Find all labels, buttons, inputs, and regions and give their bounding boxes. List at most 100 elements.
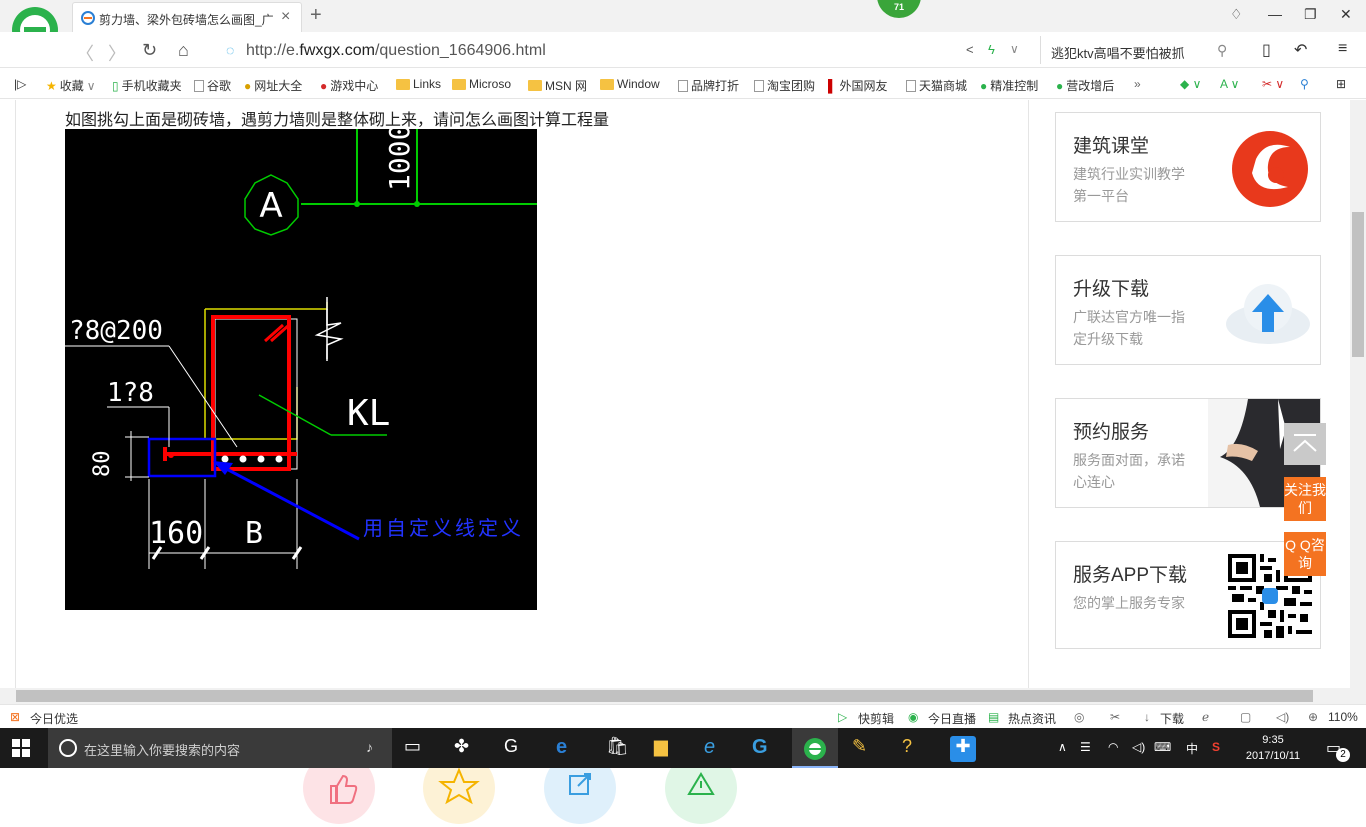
today-picks-link[interactable]: 今日优选	[30, 710, 78, 727]
mobile-icon[interactable]: ▯	[1262, 40, 1271, 60]
back-button[interactable]: 〈	[76, 40, 94, 66]
keyboard-icon[interactable]: ⌨	[1154, 740, 1171, 754]
bookmark-links[interactable]: Links	[396, 77, 441, 91]
hot-news-link[interactable]: 热点资讯	[1008, 710, 1056, 727]
today-live-link[interactable]: 今日直播	[928, 710, 976, 727]
refresh-button[interactable]: ↻	[142, 40, 157, 61]
more-bookmarks-icon[interactable]: »	[1134, 77, 1141, 91]
dimension-1000: 1000	[383, 129, 416, 191]
notification-badge[interactable]: 71	[877, 0, 921, 18]
help-app-icon[interactable]: ?	[902, 736, 928, 762]
bookmark-precise[interactable]: ● 精准控制	[980, 77, 1038, 94]
edge-browser-icon[interactable]: e	[556, 736, 582, 762]
close-window-button[interactable]: ✕	[1340, 6, 1352, 23]
window-icon[interactable]: ▢	[1240, 710, 1251, 724]
bookmark-brand[interactable]: 品牌打折	[678, 77, 739, 94]
scissors-icon[interactable]: ✂ ∨	[1262, 77, 1284, 91]
microphone-icon[interactable]: ♪	[366, 739, 373, 755]
minimize-button[interactable]: —	[1268, 6, 1282, 22]
people-icon[interactable]: ☰	[1080, 740, 1091, 754]
search-box[interactable]: 逃犯ktv高唱不要怕被抓 ⚲	[1040, 36, 1240, 64]
card-app-download[interactable]: 服务APP下载 您的掌上服务专家	[1055, 541, 1321, 649]
notes-app-icon[interactable]: ✎	[852, 736, 878, 762]
axis-label: A	[259, 186, 282, 226]
forward-button[interactable]: 〉	[108, 40, 126, 66]
card-title: 升级下载	[1073, 279, 1150, 300]
search-icon[interactable]: ⚲	[1217, 42, 1227, 59]
url-text[interactable]: http://e.fwxgx.com/question_1664906.html	[246, 42, 546, 60]
bookmark-foreign[interactable]: ▌ 外国网友	[828, 77, 888, 94]
undo-icon[interactable]: ↶	[1294, 40, 1307, 60]
quick-edit-link[interactable]: 快剪辑	[858, 710, 894, 727]
vertical-scrollbar[interactable]	[1350, 100, 1366, 688]
store-icon[interactable]: 🛍	[606, 736, 632, 762]
bookmark-vat[interactable]: ● 营改增后	[1056, 77, 1114, 94]
sogou-ime-icon[interactable]: S	[1212, 740, 1220, 754]
bookmark-msn[interactable]: MSN 网	[528, 77, 587, 94]
wifi-icon[interactable]: ◠	[1108, 740, 1118, 754]
share-icon[interactable]: <	[966, 42, 974, 57]
address-bar[interactable]: ◌ http://e.fwxgx.com/question_1664906.ht…	[218, 36, 1038, 64]
translate-icon[interactable]: A ∨	[1220, 77, 1239, 91]
glodon-g-icon[interactable]: G	[752, 736, 778, 762]
bookmark-windows[interactable]: Window	[600, 77, 660, 91]
ime-indicator[interactable]: 中	[1186, 740, 1198, 757]
browser-task-icon	[804, 738, 826, 760]
zoom-level[interactable]: 110%	[1328, 710, 1358, 724]
ie-browser-icon[interactable]: e	[704, 736, 730, 762]
active-browser-task[interactable]	[792, 728, 838, 768]
back-to-top-button[interactable]	[1284, 423, 1326, 465]
shirt-skin-icon[interactable]: ♢	[1230, 6, 1243, 23]
card-appointment[interactable]: 预约服务 服务面对面，承诺心连心	[1055, 398, 1321, 508]
bookmark-favorites[interactable]: ★ 收藏 ∨	[46, 77, 96, 94]
site-info-icon[interactable]: ◌	[226, 42, 234, 58]
download-link[interactable]: 下载	[1160, 710, 1184, 727]
dimension-160: 160	[149, 516, 203, 551]
bookmark-mobile[interactable]: ▯ 手机收藏夹	[112, 77, 182, 94]
bookmark-taobao[interactable]: 淘宝团购	[754, 77, 815, 94]
card-building-class[interactable]: 建筑课堂 建筑行业实训教学第一平台	[1055, 112, 1321, 222]
cortana-search-box[interactable]: 在这里输入你要搜索的内容 ♪	[48, 728, 392, 768]
ie-mode-icon[interactable]: ℯ	[1202, 710, 1209, 724]
arrow-up-icon	[1293, 434, 1317, 452]
tray-chevron-icon[interactable]: ∧	[1058, 740, 1067, 754]
lightning-icon[interactable]: ϟ	[988, 42, 995, 57]
active-tab[interactable]: 剪力墙、梁外包砖墙怎么画图_广 ×	[72, 2, 302, 32]
bookmark-games[interactable]: ● 游戏中心	[320, 77, 378, 94]
follow-us-button[interactable]: 关注我们	[1284, 477, 1326, 521]
bookmark-google[interactable]: 谷歌	[194, 77, 231, 94]
audio-icon[interactable]: ◁)	[1276, 710, 1289, 724]
menu-icon[interactable]: ≡	[1338, 40, 1347, 58]
speed-icon[interactable]: ◎	[1074, 710, 1084, 724]
home-button[interactable]: ⌂	[178, 40, 189, 61]
windows-start-icon[interactable]	[12, 739, 30, 757]
volume-icon[interactable]: ◁)	[1132, 740, 1145, 754]
tab-close-icon[interactable]: ×	[281, 8, 290, 26]
magnifier-icon[interactable]: ⚲	[1300, 77, 1309, 91]
new-tab-button[interactable]: +	[310, 4, 322, 27]
download-icon: ↓	[1144, 710, 1150, 724]
glodon-app-icon[interactable]: G	[504, 736, 530, 762]
qq-consult-button[interactable]: Q Q咨询	[1284, 532, 1326, 576]
bookmark-tmall[interactable]: 天猫商城	[906, 77, 967, 94]
search-input[interactable]: 逃犯ktv高唱不要怕被抓	[1051, 43, 1185, 62]
bookmark-hao[interactable]: ● 网址大全	[244, 77, 302, 94]
sidebar-toggle-icon[interactable]: |▷	[14, 77, 26, 91]
fan-app-icon[interactable]: ✤	[454, 736, 480, 762]
bookmark-microsoft[interactable]: Microso	[452, 77, 511, 91]
vertical-scrollbar-thumb[interactable]	[1352, 212, 1364, 357]
taskbar-search-input[interactable]: 在这里输入你要搜索的内容	[84, 740, 240, 759]
card-upgrade-download[interactable]: 升级下载 广联达官方唯一指定升级下载	[1055, 255, 1321, 365]
task-view-icon[interactable]: ▭	[404, 736, 430, 762]
restore-button[interactable]: ❐	[1304, 6, 1317, 23]
teamviewer-icon[interactable]: ✚	[950, 736, 976, 762]
shield-icon[interactable]: ◆ ∨	[1180, 77, 1201, 91]
horizontal-scrollbar-thumb[interactable]	[16, 690, 1313, 702]
chevron-down-icon[interactable]: ∨	[1010, 42, 1019, 56]
system-clock[interactable]: 9:35 2017/10/11	[1238, 732, 1308, 764]
cad-drawing: A 1000 ?8@200 1?8 80 KL 160 B 用自定义线定义	[65, 129, 537, 610]
apps-grid-icon[interactable]: ⊞	[1336, 77, 1346, 91]
file-explorer-icon[interactable]: ▆	[654, 736, 680, 762]
beam-label: KL	[347, 393, 390, 434]
pin-icon[interactable]: ✂	[1110, 710, 1120, 724]
